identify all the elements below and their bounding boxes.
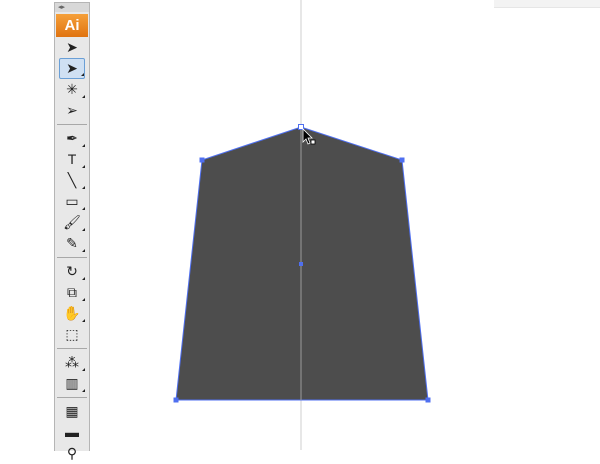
tool-selection[interactable]: ➤ bbox=[59, 37, 85, 58]
tool-mesh[interactable]: ▦ bbox=[59, 401, 85, 422]
tool-free-transform[interactable]: ⬚ bbox=[59, 324, 85, 345]
top-panel-edge bbox=[494, 0, 600, 8]
toolbar-separator bbox=[57, 257, 87, 258]
rectangle-icon: ▭ bbox=[65, 193, 79, 209]
pencil-icon: ✎ bbox=[66, 235, 78, 251]
anchor-point bbox=[399, 157, 405, 163]
tool-pen[interactable]: ✒ bbox=[59, 128, 85, 149]
symbol-sprayer-icon: ⁂ bbox=[65, 354, 79, 370]
tool-type[interactable]: T bbox=[59, 149, 85, 170]
rotate-icon: ↻ bbox=[66, 263, 78, 279]
panel-grip[interactable]: ◂▸ bbox=[55, 3, 89, 12]
pen-icon: ✒ bbox=[66, 130, 78, 146]
tool-rectangle[interactable]: ▭ bbox=[59, 191, 85, 212]
tool-line-segment[interactable]: ╲ bbox=[59, 170, 85, 191]
tool-column-graph[interactable]: ▥ bbox=[59, 373, 85, 394]
tool-direct-selection[interactable]: ➤ bbox=[59, 58, 85, 79]
toolbar-separator bbox=[57, 124, 87, 125]
artboard-canvas[interactable] bbox=[0, 0, 600, 450]
anchor-point bbox=[173, 397, 179, 403]
tool-lasso[interactable]: ➢ bbox=[59, 100, 85, 121]
tool-warp[interactable]: ✋ bbox=[59, 303, 85, 324]
warp-icon: ✋ bbox=[63, 305, 81, 321]
toolbar-separator bbox=[57, 397, 87, 398]
mesh-icon: ▦ bbox=[65, 403, 79, 419]
anchor-point bbox=[425, 397, 431, 403]
type-icon: T bbox=[67, 151, 77, 167]
tool-paintbrush[interactable]: 🖌 bbox=[59, 212, 85, 233]
selection-icon: ➤ bbox=[66, 39, 78, 55]
center-point bbox=[299, 262, 303, 266]
tool-scale[interactable]: ⧉ bbox=[59, 282, 85, 303]
gradient-icon: ▬ bbox=[65, 424, 79, 440]
lasso-icon: ➢ bbox=[66, 102, 78, 118]
eyedropper-icon: ⚲ bbox=[66, 445, 78, 461]
tool-pencil[interactable]: ✎ bbox=[59, 233, 85, 254]
magic-wand-icon: ✳ bbox=[66, 81, 78, 97]
paintbrush-icon: 🖌 bbox=[63, 214, 81, 230]
tools-panel: ◂▸ Ai ➤ ➤ ✳ ➢ ✒ T ╲ ▭ 🖌 ✎ ↻ ⧉ ✋ ⬚ ⁂ ▥ ▦ ▬ ⚲ bbox=[54, 2, 90, 461]
column-graph-icon: ▥ bbox=[65, 375, 79, 391]
tool-rotate[interactable]: ↻ bbox=[59, 261, 85, 282]
direct-selection-icon: ➤ bbox=[66, 60, 78, 76]
tool-gradient[interactable]: ▬ bbox=[59, 422, 85, 443]
tool-symbol-sprayer[interactable]: ⁂ bbox=[59, 352, 85, 373]
line-segment-icon: ╲ bbox=[67, 172, 77, 188]
app-logo: Ai bbox=[56, 14, 88, 37]
tool-magic-wand[interactable]: ✳ bbox=[59, 79, 85, 100]
tool-eyedropper[interactable]: ⚲ bbox=[59, 443, 85, 464]
free-transform-icon: ⬚ bbox=[65, 326, 79, 342]
anchor-point bbox=[199, 157, 205, 163]
scale-icon: ⧉ bbox=[67, 284, 77, 300]
toolbar-separator bbox=[57, 348, 87, 349]
